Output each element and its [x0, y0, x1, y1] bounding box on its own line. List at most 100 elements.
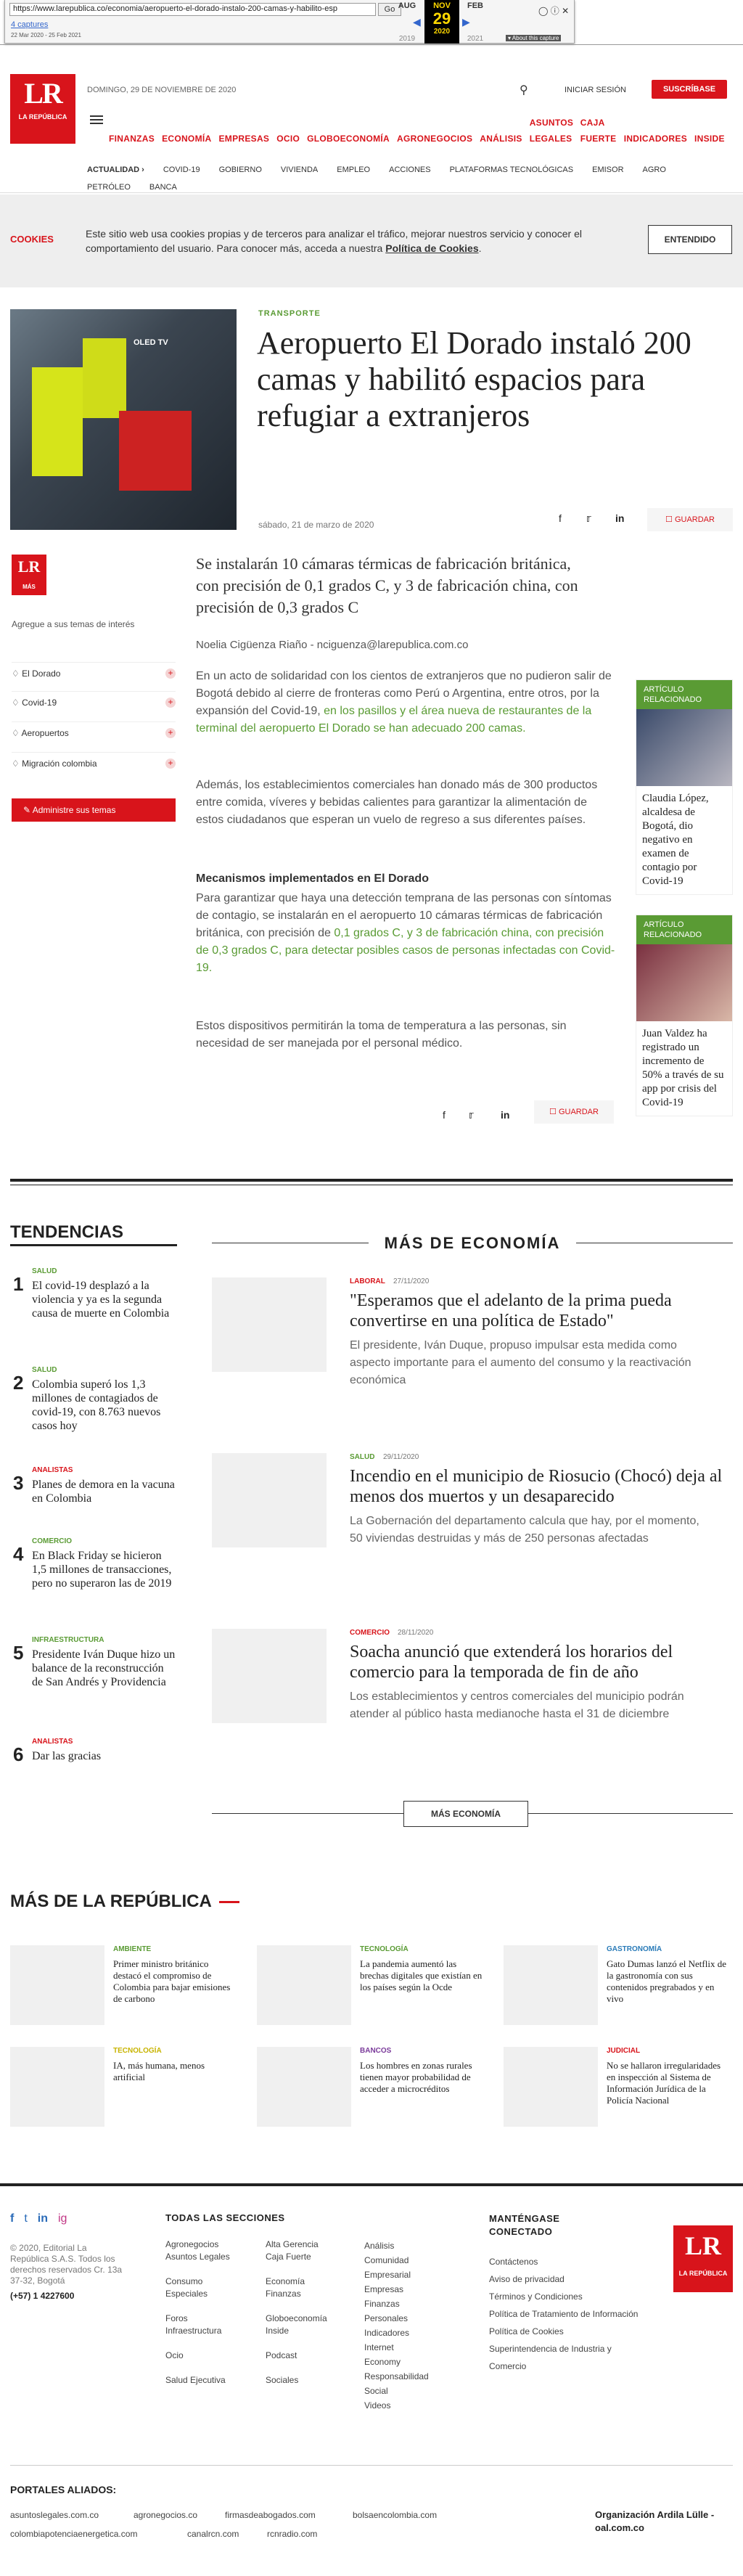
economia-article[interactable]: LABORAL 27/11/2020 "Esperamos que el ade…	[212, 1277, 733, 1423]
economia-title[interactable]: Incendio en el municipio de Riosucio (Ch…	[350, 1466, 727, 1507]
search-icon[interactable]: ⚲	[520, 83, 528, 97]
nav-asuntos-legales[interactable]: ASUNTOS LEGALES	[530, 115, 573, 147]
republica-article[interactable]: JUDICIAL No se hallaron irregularidades e…	[504, 2047, 734, 2127]
subnav-plataformas[interactable]: PLATAFORMAS TECNOLÓGICAS	[450, 161, 574, 179]
economia-thumbnail[interactable]	[212, 1629, 327, 1723]
subnav-emisor[interactable]: EMISOR	[592, 161, 623, 179]
topic-tag[interactable]: ♢ El Dorado +	[12, 662, 176, 684]
republica-thumbnail[interactable]	[10, 1945, 104, 2025]
economia-article[interactable]: COMERCIO 28/11/2020 Soacha anunció que e…	[212, 1629, 733, 1774]
republica-title[interactable]: Primer ministro británico destacó el com…	[113, 1958, 237, 2005]
footer-link[interactable]: Términos y Condiciones	[489, 2288, 641, 2305]
nav-economia[interactable]: ECONOMÍA	[162, 134, 211, 144]
republica-thumbnail[interactable]	[504, 1945, 598, 2025]
economia-category[interactable]: COMERCIO	[350, 1629, 390, 1637]
trending-category[interactable]: ANALISTAS	[32, 1466, 73, 1474]
republica-category[interactable]: JUDICIAL	[607, 2047, 640, 2055]
republica-thumbnail[interactable]	[10, 2047, 104, 2127]
portal-link[interactable]: firmasdeabogados.com	[225, 2510, 316, 2520]
instagram-icon[interactable]: ig	[58, 2212, 67, 2225]
footer-link[interactable]: Indicadores	[364, 2326, 451, 2340]
trending-item[interactable]: 3 ANALISTAS Planes de demora en la vacuna …	[10, 1466, 177, 1517]
subnav-agro[interactable]: AGRO	[643, 161, 666, 179]
economia-title[interactable]: "Esperamos que el adelanto de la prima p…	[350, 1291, 727, 1331]
save-article-button[interactable]: ☐ GUARDAR	[647, 508, 733, 531]
related-article-card[interactable]: ARTÍCULO RELACIONADO Juan Valdez ha regi…	[636, 915, 733, 1116]
nav-globoeconomia[interactable]: GLOBOECONOMÍA	[307, 134, 390, 144]
republica-title[interactable]: La pandemia aumentó las brechas digitale…	[360, 1958, 483, 1993]
footer-link[interactable]: Agronegocios	[165, 2238, 253, 2251]
footer-link[interactable]: Política de Tratamiento de Información	[489, 2305, 641, 2323]
cookie-policy-link[interactable]: Política de Cookies	[385, 242, 478, 254]
wayback-next-arrow-icon[interactable]: ▶	[462, 16, 470, 28]
footer-link[interactable]: Inside	[266, 2325, 353, 2337]
footer-link[interactable]: Infraestructura	[165, 2325, 253, 2337]
republica-category[interactable]: BANCOS	[360, 2047, 391, 2055]
footer-link[interactable]: Especiales	[165, 2288, 253, 2300]
trending-title[interactable]: El covid-19 desplazó a la violencia y ya…	[32, 1279, 177, 1320]
republica-thumbnail[interactable]	[504, 2047, 598, 2127]
footer-link[interactable]: Salud Ejecutiva	[165, 2374, 253, 2387]
trending-item[interactable]: 1 SALUD El covid-19 desplazó a la violenci…	[10, 1267, 177, 1347]
facebook-icon[interactable]: f	[10, 2212, 14, 2225]
footer-link[interactable]: Personales	[364, 2311, 451, 2326]
nav-agronegocios[interactable]: AGRONEGOCIOS	[397, 134, 472, 144]
trending-title[interactable]: Colombia superó los 1,3 millones de cont…	[32, 1378, 177, 1433]
footer-link[interactable]: Ocio	[165, 2350, 253, 2362]
wayback-month-prev[interactable]: AUG	[393, 1, 422, 10]
login-link[interactable]: INICIAR SESIÓN	[565, 86, 626, 94]
subnav-vivienda[interactable]: VIVIENDA	[281, 161, 318, 179]
footer-link[interactable]: Finanzas	[364, 2297, 451, 2311]
nav-indicadores[interactable]: INDICADORES	[624, 134, 687, 144]
footer-link[interactable]: Consumo	[165, 2276, 253, 2288]
footer-link[interactable]: Finanzas	[266, 2288, 353, 2300]
trending-category[interactable]: COMERCIO	[32, 1537, 72, 1545]
nav-analisis[interactable]: ANÁLISIS	[480, 134, 522, 144]
article-kicker[interactable]: TRANSPORTE	[258, 309, 321, 318]
subnav-petroleo[interactable]: PETRÓLEO	[87, 179, 131, 196]
footer-link[interactable]: Aviso de privacidad	[489, 2270, 641, 2288]
subscribe-button[interactable]: SUSCRÍBASE	[652, 80, 727, 99]
wayback-captures-link[interactable]: 4 captures	[11, 20, 48, 29]
facebook-share-icon[interactable]: f	[443, 1109, 446, 1121]
republica-category[interactable]: TECNOLOGÍA	[113, 2047, 162, 2055]
trending-category[interactable]: SALUD	[32, 1267, 57, 1275]
nav-ocio[interactable]: OCIO	[276, 134, 300, 144]
organization-link[interactable]: Organización Ardila Lülle - oal.com.co	[595, 2508, 733, 2535]
footer-link[interactable]: Globoeconomía	[266, 2313, 353, 2325]
footer-link[interactable]: Política de Cookies	[489, 2323, 641, 2340]
portal-link[interactable]: bolsaencolombia.com	[353, 2510, 437, 2520]
republica-thumbnail[interactable]	[257, 2047, 351, 2127]
linkedin-share-icon[interactable]: in	[615, 512, 624, 524]
footer-link[interactable]: Contáctenos	[489, 2253, 641, 2270]
trending-category[interactable]: INFRAESTRUCTURA	[32, 1636, 104, 1644]
republica-category[interactable]: AMBIENTE	[113, 1945, 151, 1953]
plus-icon[interactable]: +	[165, 698, 176, 708]
nav-empresas[interactable]: EMPRESAS	[218, 134, 269, 144]
republica-article[interactable]: TECNOLOGÍA La pandemia aumentó las brecha…	[257, 1945, 488, 2025]
trending-title[interactable]: En Black Friday se hicieron 1,5 millones…	[32, 1549, 177, 1590]
linkedin-share-icon[interactable]: in	[501, 1109, 509, 1121]
economia-category[interactable]: SALUD	[350, 1453, 374, 1461]
plus-icon[interactable]: +	[165, 759, 176, 769]
footer-link[interactable]: Internet	[364, 2340, 451, 2355]
more-economia-button[interactable]: MÁS ECONOMÍA	[403, 1801, 528, 1827]
subnav-covid[interactable]: COVID-19	[163, 161, 200, 179]
subnav-gobierno[interactable]: GOBIERNO	[219, 161, 262, 179]
cookie-accept-button[interactable]: ENTENDIDO	[648, 225, 732, 254]
economia-title[interactable]: Soacha anunció que extenderá los horario…	[350, 1642, 727, 1682]
topic-tag[interactable]: ♢ Aeropuertos +	[12, 721, 176, 743]
economia-thumbnail[interactable]	[212, 1277, 327, 1372]
republica-title[interactable]: Los hombres en zonas rurales tienen mayo…	[360, 2060, 483, 2095]
trending-item[interactable]: 4 COMERCIO En Black Friday se hicieron 1,5…	[10, 1537, 177, 1617]
save-article-button[interactable]: ☐ GUARDAR	[534, 1100, 614, 1124]
portal-link[interactable]: canalrcn.com	[187, 2529, 239, 2539]
twitter-share-icon[interactable]: 𝕣	[469, 1109, 474, 1121]
republica-article[interactable]: GASTRONOMÍA Gato Dumas lanzó el Netflix d…	[504, 1945, 734, 2025]
footer-link[interactable]: Superintendencia de Industria y Comercio	[489, 2340, 641, 2375]
republica-category[interactable]: GASTRONOMÍA	[607, 1945, 662, 1953]
plus-icon[interactable]: +	[165, 728, 176, 738]
republica-article[interactable]: AMBIENTE Primer ministro británico destac…	[10, 1945, 241, 2025]
economia-article[interactable]: SALUD 29/11/2020 Incendio en el municipi…	[212, 1453, 733, 1598]
related-article-card[interactable]: ARTÍCULO RELACIONADO Claudia López, alca…	[636, 679, 733, 895]
